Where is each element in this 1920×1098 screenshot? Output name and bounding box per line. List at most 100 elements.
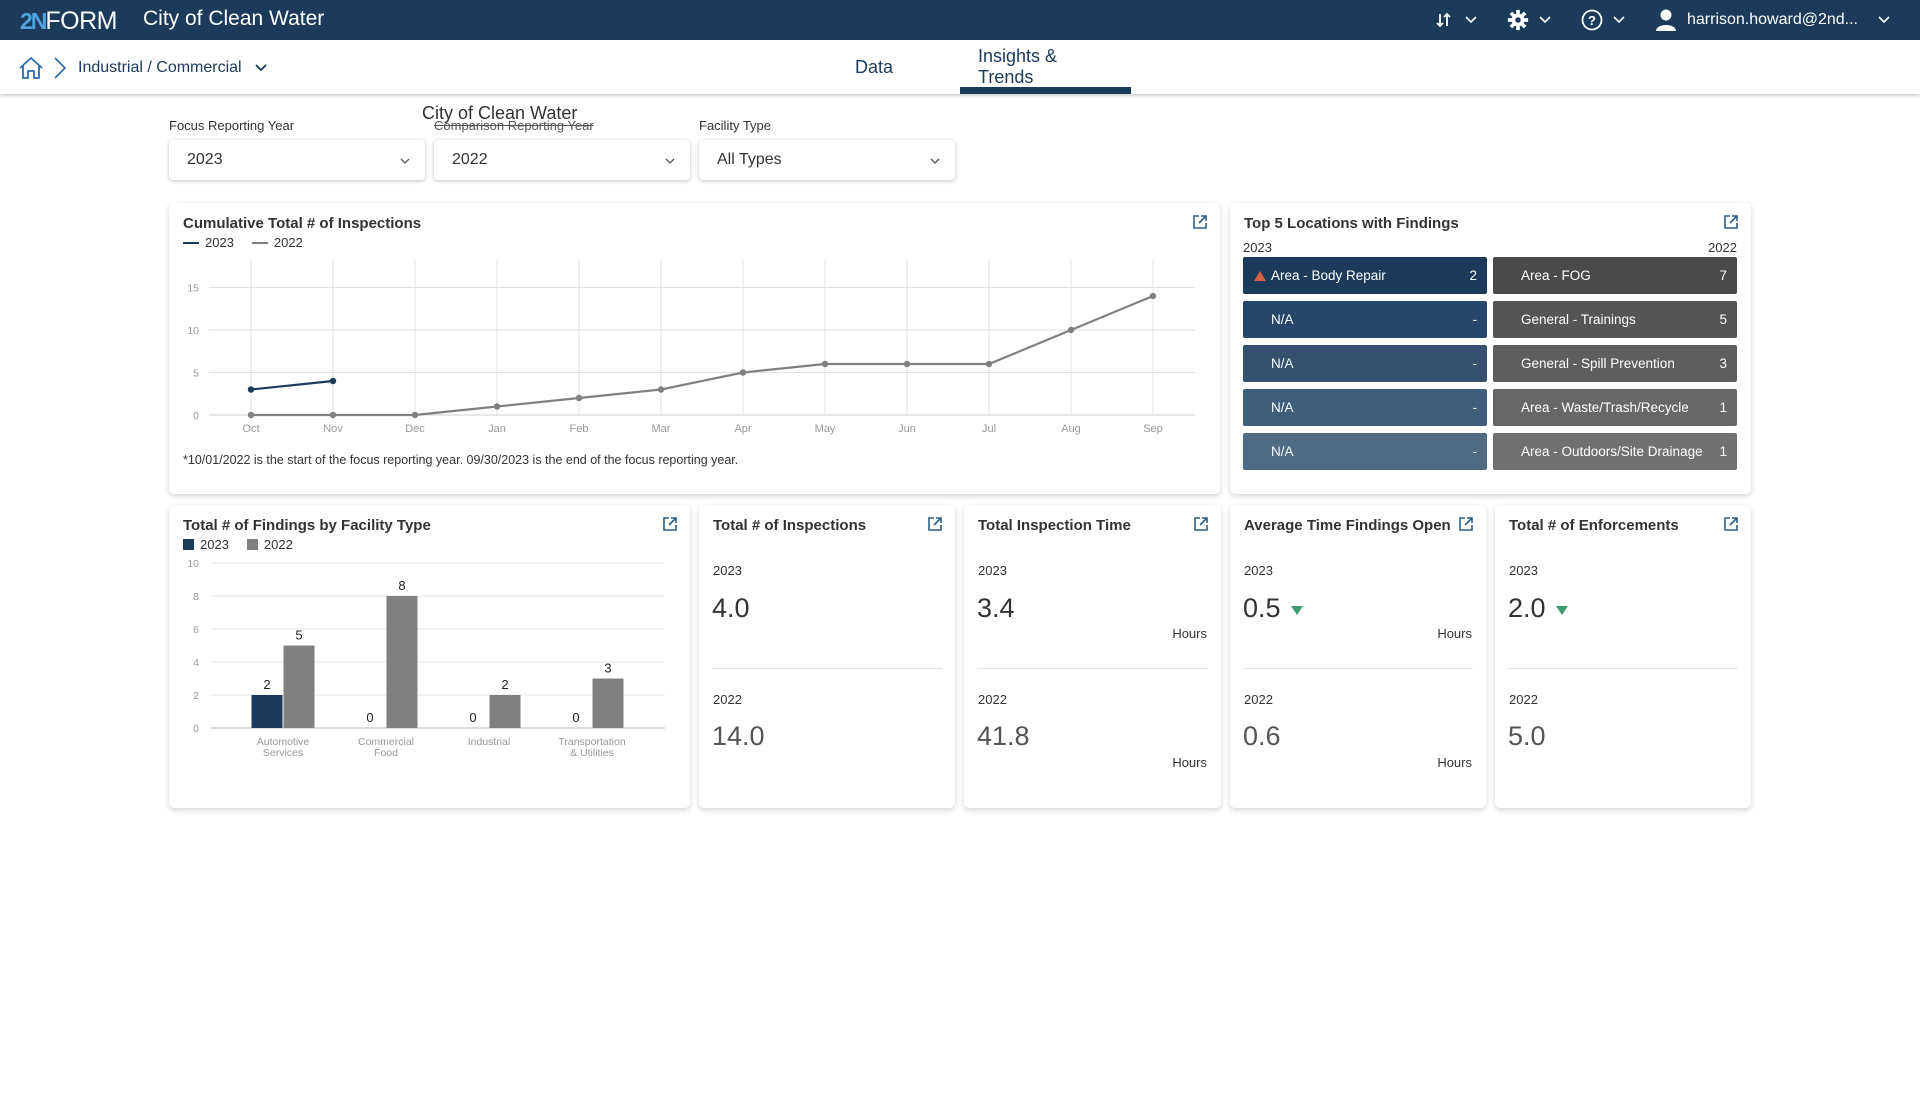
bar-value-label: 2 bbox=[263, 677, 270, 692]
svg-text:?: ? bbox=[1588, 13, 1596, 28]
location-name: N/A bbox=[1271, 400, 1294, 415]
breadcrumb-module[interactable]: Industrial / Commercial bbox=[78, 59, 242, 77]
app-title: City of Clean Water bbox=[143, 7, 325, 30]
comparison-year-label: 2022 bbox=[1244, 692, 1273, 707]
location-row[interactable]: General - Spill Prevention 3 bbox=[1493, 345, 1737, 382]
focus-year-label: 2023 bbox=[713, 563, 742, 578]
comparison-year-select[interactable]: 2022 bbox=[434, 140, 690, 180]
sort-menu-button[interactable] bbox=[1427, 0, 1487, 40]
data-point-2023 bbox=[329, 377, 337, 385]
y-tick-label: 4 bbox=[193, 657, 199, 669]
focus-year-select[interactable]: 2023 bbox=[169, 140, 425, 180]
divider bbox=[977, 668, 1208, 669]
series-line-2022 bbox=[251, 294, 1154, 417]
focus-value: 0.5 bbox=[1243, 593, 1303, 624]
location-name: Area - Body Repair bbox=[1271, 268, 1386, 283]
facility-type-value: All Types bbox=[717, 151, 782, 168]
data-point-2022 bbox=[985, 360, 993, 368]
location-row[interactable]: N/A - bbox=[1243, 301, 1487, 338]
x-tick-label: Dec bbox=[405, 423, 425, 435]
comparison-value: 41.8 bbox=[977, 721, 1030, 751]
bar-value-label: 2 bbox=[501, 677, 508, 692]
focus-locations-list: Area - Body Repair 2 N/A - N/A - N/A - N/A - bbox=[1243, 257, 1487, 477]
focus-year-label: Focus Reporting Year bbox=[169, 118, 295, 133]
x-tick-label: & Utilities bbox=[570, 747, 614, 759]
location-row[interactable]: N/A - bbox=[1243, 345, 1487, 382]
location-row[interactable]: Area - Waste/Trash/Recycle 1 bbox=[1493, 389, 1737, 426]
settings-menu-button[interactable] bbox=[1501, 0, 1561, 40]
focus-value: 3.4 bbox=[977, 593, 1015, 624]
location-name: Area - Waste/Trash/Recycle bbox=[1521, 400, 1689, 415]
chevron-down-icon bbox=[1535, 10, 1555, 30]
findings-bar-chart: 024681025AutomotiveServices08CommercialF… bbox=[187, 558, 665, 759]
open-external-icon[interactable] bbox=[1458, 516, 1474, 532]
x-tick-label: Jun bbox=[898, 423, 916, 435]
location-name: Area - Outdoors/Site Drainage bbox=[1521, 444, 1703, 459]
kpi-card-avg-time-findings-open: Average Time Findings Open 2023 0.5 Hours 20… bbox=[1230, 505, 1486, 808]
comparison-year-label: 2022 bbox=[1708, 240, 1737, 255]
tab-insights-trends[interactable]: Insights & Trends bbox=[960, 40, 1131, 94]
comparison-year-value: 2022 bbox=[452, 151, 488, 168]
home-icon[interactable] bbox=[18, 55, 44, 81]
facility-type-label: Facility Type bbox=[699, 118, 772, 133]
location-name: N/A bbox=[1271, 444, 1294, 459]
location-count: - bbox=[1472, 312, 1478, 327]
reporting-year-note: *10/01/2022 is the start of the focus re… bbox=[183, 453, 739, 467]
data-point-2022 bbox=[1067, 326, 1075, 334]
x-tick-label: Oct bbox=[242, 423, 259, 435]
comparison-value: 0.6 bbox=[1243, 721, 1281, 751]
location-count: 5 bbox=[1719, 312, 1727, 327]
kpi-card-inspection-time: Total Inspection Time 2023 3.4 Hours 2022 41.… bbox=[964, 505, 1221, 808]
bar-2022 bbox=[386, 596, 418, 728]
focus-year-label: 2023 bbox=[978, 563, 1007, 578]
data-point-2022 bbox=[411, 411, 419, 419]
focus-year-label: 2023 bbox=[1243, 240, 1272, 255]
y-tick-label: 10 bbox=[187, 558, 199, 570]
divider bbox=[712, 668, 942, 669]
nav-bar: Industrial / Commercial Data Insights & … bbox=[0, 40, 1920, 94]
data-point-2022 bbox=[739, 369, 747, 376]
bar-value-label: 3 bbox=[604, 661, 611, 676]
open-external-icon[interactable] bbox=[927, 516, 943, 532]
breadcrumb: Industrial / Commercial bbox=[18, 54, 270, 82]
x-tick-label: Mar bbox=[652, 423, 671, 435]
user-menu-button[interactable]: harrison.howard@2nd... bbox=[1649, 0, 1900, 40]
focus-value: 4.0 bbox=[712, 593, 750, 624]
data-point-2022 bbox=[247, 411, 255, 419]
location-name: Area - FOG bbox=[1521, 268, 1591, 283]
x-tick-label: Aug bbox=[1061, 423, 1081, 435]
app-logo[interactable]: 2N FORM bbox=[20, 7, 118, 36]
bar-value-label: 0 bbox=[469, 710, 476, 725]
comparison-year-filter: Comparison Reporting Year 2022 bbox=[434, 118, 690, 180]
location-count: - bbox=[1472, 444, 1478, 459]
location-row[interactable]: Area - Body Repair 2 bbox=[1243, 257, 1487, 294]
location-row[interactable]: N/A - bbox=[1243, 433, 1487, 470]
chevron-down-icon bbox=[1874, 10, 1894, 30]
open-external-icon[interactable] bbox=[1723, 516, 1739, 532]
y-tick-label: 8 bbox=[193, 591, 199, 603]
comparison-locations-list: Area - FOG 7 General - Trainings 5 General… bbox=[1493, 257, 1737, 477]
location-row[interactable]: General - Trainings 5 bbox=[1493, 301, 1737, 338]
bar-2022 bbox=[592, 678, 624, 728]
facility-type-select[interactable]: All Types bbox=[699, 140, 955, 180]
cumulative-inspections-card: Cumulative Total # of Inspections 2023 2… bbox=[169, 203, 1220, 494]
open-external-icon[interactable] bbox=[1723, 214, 1739, 230]
x-tick-label: Sep bbox=[1143, 423, 1163, 435]
x-tick-label: Food bbox=[374, 747, 398, 759]
location-name: General - Spill Prevention bbox=[1521, 356, 1675, 371]
comparison-unit: Hours bbox=[1172, 755, 1207, 770]
card-title: Total # of Inspections bbox=[713, 517, 867, 534]
chevron-down-icon[interactable] bbox=[254, 60, 270, 76]
card-title: Average Time Findings Open bbox=[1244, 517, 1451, 534]
x-tick-label: Services bbox=[263, 747, 303, 759]
help-menu-button[interactable]: ? bbox=[1575, 0, 1635, 40]
logo-text: FORM bbox=[45, 7, 118, 35]
open-external-icon[interactable] bbox=[1193, 516, 1209, 532]
tab-data[interactable]: Data bbox=[836, 40, 912, 94]
location-count: 3 bbox=[1719, 356, 1727, 371]
location-row[interactable]: N/A - bbox=[1243, 389, 1487, 426]
location-row[interactable]: Area - FOG 7 bbox=[1493, 257, 1737, 294]
location-row[interactable]: Area - Outdoors/Site Drainage 1 bbox=[1493, 433, 1737, 470]
y-tick-label: 5 bbox=[193, 368, 199, 380]
y-tick-label: 10 bbox=[187, 325, 199, 337]
